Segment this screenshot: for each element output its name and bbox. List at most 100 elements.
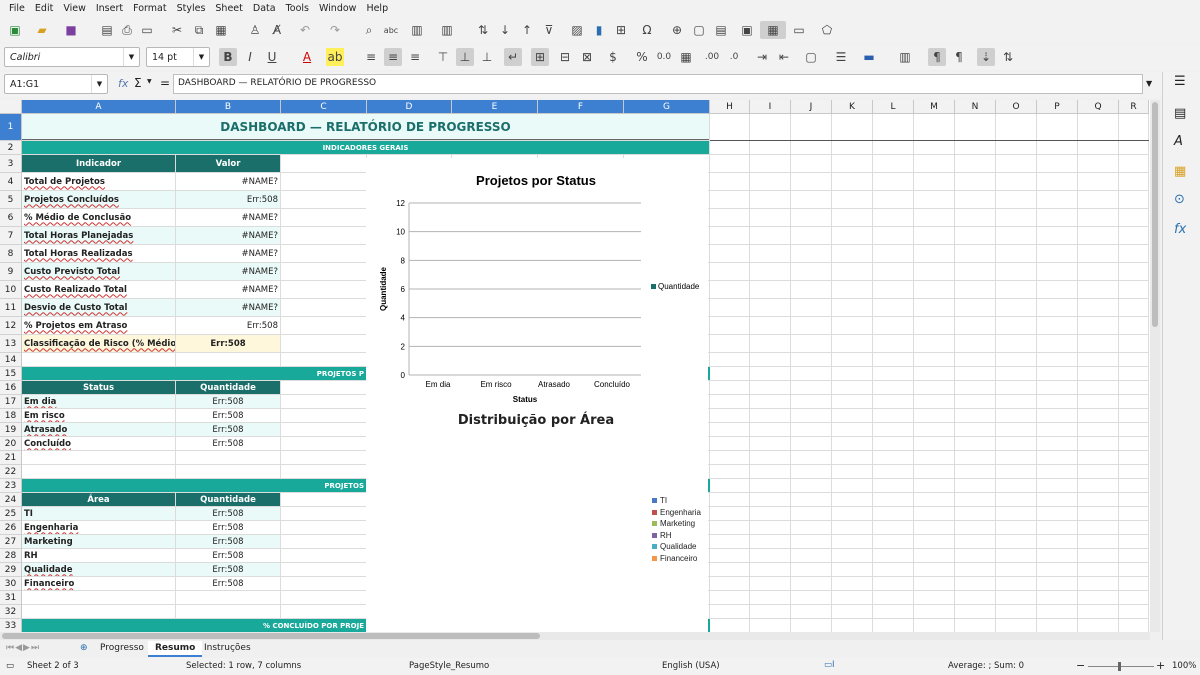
indicator-label[interactable]: Total Horas Realizadas <box>22 245 175 262</box>
chevron-down-icon[interactable]: ▼ <box>193 48 209 66</box>
styles-icon[interactable]: A <box>1174 134 1183 149</box>
special-character-icon[interactable]: Ω <box>638 21 656 39</box>
wrap-text-icon[interactable]: ↵ <box>504 48 522 66</box>
selection-mode-icon[interactable]: ▭I <box>824 660 835 670</box>
chart-icon[interactable]: ▮ <box>590 21 608 39</box>
column-title[interactable]: Quantidade <box>176 493 280 506</box>
status-value[interactable]: Err:508 <box>176 423 280 436</box>
column-header[interactable]: I <box>750 100 791 114</box>
row-header[interactable]: 9 <box>0 263 22 281</box>
cut-icon[interactable]: ✂ <box>168 21 186 39</box>
increase-indent-icon[interactable]: ⇥ <box>753 48 771 66</box>
sort-descending-icon[interactable]: ↑ <box>518 21 536 39</box>
indicator-value[interactable]: Err:508 <box>176 317 280 334</box>
text-direction-icon[interactable]: ¶ <box>928 48 946 66</box>
functions-icon[interactable]: fx <box>1174 222 1186 237</box>
column-title[interactable]: Quantidade <box>176 381 280 394</box>
menu-format[interactable]: Format <box>128 3 171 14</box>
font-size-box[interactable]: 14 pt ▼ <box>146 47 210 67</box>
page-style[interactable]: PageStyle_Resumo <box>409 661 489 671</box>
add-decimal-icon[interactable]: .00 <box>703 48 721 66</box>
row-header[interactable]: 24 <box>0 493 22 507</box>
column-header[interactable]: R <box>1119 100 1149 114</box>
column-header[interactable]: M <box>914 100 955 114</box>
section-header[interactable]: PROJETOS P <box>22 367 366 380</box>
row-icon[interactable]: ▥ <box>408 21 426 39</box>
row-header[interactable]: 27 <box>0 535 22 549</box>
dashboard-title[interactable]: DASHBOARD — RELATÓRIO DE PROGRESSO <box>22 114 709 140</box>
row-header[interactable]: 3 <box>0 155 22 173</box>
underline-icon[interactable]: U <box>263 48 281 66</box>
section-header[interactable]: % CONCLUÍDO POR PROJE <box>22 619 366 632</box>
status-label[interactable]: Em dia <box>22 395 175 408</box>
row-header[interactable]: 12 <box>0 317 22 335</box>
area-label[interactable]: Marketing <box>22 535 175 548</box>
column-header[interactable]: N <box>955 100 996 114</box>
zoom-slider-thumb[interactable] <box>1118 662 1121 671</box>
expand-formula-icon[interactable]: ▼ <box>1146 79 1152 88</box>
freeze-rows-columns-icon[interactable]: ▦ <box>760 21 786 39</box>
row-header[interactable]: 18 <box>0 409 22 423</box>
indicator-value[interactable]: #NAME? <box>176 173 280 190</box>
status-value[interactable]: Err:508 <box>176 395 280 408</box>
row-header[interactable]: 33 <box>0 619 22 632</box>
align-top-icon[interactable]: ⊤ <box>434 48 452 66</box>
area-value[interactable]: Err:508 <box>176 535 280 548</box>
number-format-icon[interactable]: 0.0 <box>655 48 673 66</box>
new-icon[interactable]: ▣ <box>6 21 24 39</box>
row-header[interactable]: 25 <box>0 507 22 521</box>
pivot-table-icon[interactable]: ⊞ <box>612 21 630 39</box>
column-header[interactable]: D <box>367 100 452 114</box>
tab-progresso[interactable]: Progresso <box>94 641 150 657</box>
indicator-label[interactable]: Custo Realizado Total <box>22 281 175 298</box>
sort-ascending-icon[interactable]: ↓ <box>496 21 514 39</box>
currency-format-icon[interactable]: $ <box>604 48 622 66</box>
column-header[interactable]: J <box>791 100 832 114</box>
indicator-value[interactable]: #NAME? <box>176 299 280 316</box>
date-format-icon[interactable]: ▦ <box>677 48 695 66</box>
split-window-icon[interactable]: ▭ <box>790 21 808 39</box>
menu-data[interactable]: Data <box>248 3 281 14</box>
formula-icon[interactable]: = <box>160 76 170 90</box>
row-header[interactable]: 16 <box>0 381 22 395</box>
menu-tools[interactable]: Tools <box>281 3 314 14</box>
row-header[interactable]: 20 <box>0 437 22 451</box>
indicator-label[interactable]: Custo Previsto Total <box>22 263 175 280</box>
spelling-icon[interactable]: abc <box>382 21 400 39</box>
align-left-icon[interactable]: ≡ <box>362 48 380 66</box>
function-wizard-icon[interactable]: fx <box>118 77 128 90</box>
column-title[interactable]: Valor <box>176 155 280 172</box>
status-chart[interactable]: Projetos por Status 0 2 4 6 8 10 12 Em dia Em ris… <box>366 158 708 404</box>
indicator-value[interactable]: #NAME? <box>176 227 280 244</box>
row-header[interactable]: 13 <box>0 335 22 353</box>
menu-file[interactable]: File <box>4 3 30 14</box>
horizontal-scrollbar[interactable] <box>0 632 1150 640</box>
sum-info[interactable]: Average: ; Sum: 0 <box>948 661 1024 671</box>
select-all-corner[interactable] <box>0 100 22 114</box>
menu-window[interactable]: Window <box>314 3 361 14</box>
save-icon[interactable]: ■ <box>62 21 80 39</box>
spreadsheet-grid[interactable]: ABCDEFGHIJKLMNOPQR 1 2 3 4 5 6 7 8 9 10 11 12 13 14 15… <box>0 100 1160 632</box>
row-header[interactable]: 19 <box>0 423 22 437</box>
indicator-value[interactable]: Err:508 <box>176 191 280 208</box>
row-header[interactable]: 7 <box>0 227 22 245</box>
row-header[interactable]: 2 <box>0 141 22 155</box>
area-chart[interactable]: Distribuição por Área TI Engenharia Market… <box>366 403 708 632</box>
border-style-icon[interactable]: ☰ <box>832 48 850 66</box>
print-icon[interactable]: ⎙ <box>118 21 136 39</box>
area-value[interactable]: Err:508 <box>176 521 280 534</box>
borders-icon[interactable]: ▢ <box>802 48 820 66</box>
undo-icon[interactable]: ↶ <box>296 21 314 39</box>
section-header[interactable]: PROJETOS <box>22 479 366 492</box>
chevron-down-icon[interactable]: ▼ <box>147 78 152 85</box>
indicator-label[interactable]: % Médio de Conclusão <box>22 209 175 226</box>
tab-instrucoes[interactable]: Instruções <box>198 641 257 657</box>
indicator-label[interactable]: % Projetos em Atraso <box>22 317 175 334</box>
indicator-label[interactable]: Projetos Concluídos <box>22 191 175 208</box>
menu-help[interactable]: Help <box>361 3 393 14</box>
image-icon[interactable]: ▨ <box>568 21 586 39</box>
find-replace-icon[interactable]: ⌕ <box>360 21 378 39</box>
indicator-value[interactable]: #NAME? <box>176 245 280 262</box>
row-header[interactable]: 1 <box>0 114 22 141</box>
column-header[interactable]: O <box>996 100 1037 114</box>
